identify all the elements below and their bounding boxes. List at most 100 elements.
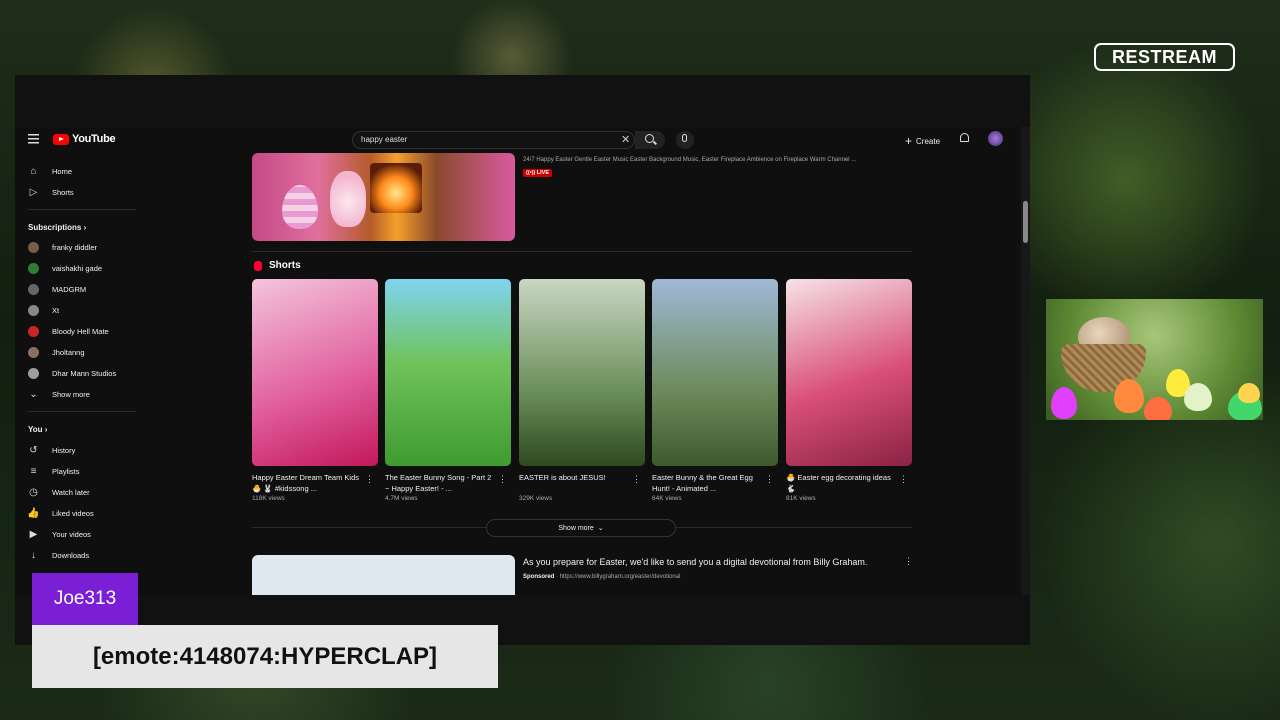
- chat-username-badge: Joe313: [32, 573, 138, 625]
- short-card[interactable]: EASTER is about JESUS! 329K views ⋮: [519, 279, 645, 502]
- plus-icon: +: [905, 134, 913, 148]
- divider: [28, 411, 136, 412]
- short-views: 64K views: [652, 495, 682, 502]
- short-thumbnail[interactable]: [786, 279, 912, 466]
- search-query: happy easter: [361, 135, 408, 144]
- sidebar-item-subscription[interactable]: MADGRM: [28, 281, 86, 297]
- scrollbar-thumb[interactable]: [1023, 201, 1028, 243]
- live-badge: ((•)) LIVE: [523, 169, 553, 177]
- chat-message: [emote:4148074:HYPERCLAP]: [32, 625, 498, 688]
- sidebar-item-watch-later[interactable]: ◷ Watch later: [28, 484, 90, 500]
- search-button[interactable]: [635, 131, 665, 149]
- menu-icon[interactable]: [28, 134, 39, 144]
- short-views: 118K views: [252, 495, 285, 502]
- you-heading[interactable]: You ›: [28, 425, 47, 434]
- more-options-icon[interactable]: ⋮: [899, 474, 908, 485]
- short-card[interactable]: Easter Bunny & the Great Egg Hunt! - Ani…: [652, 279, 778, 502]
- channel-avatar: [28, 367, 39, 379]
- channel-avatar: [28, 283, 39, 295]
- channel-avatar: [28, 304, 39, 316]
- sidebar-item-history[interactable]: ↺ History: [28, 442, 75, 458]
- search-input[interactable]: happy easter ✕: [352, 131, 635, 149]
- sidebar-item-liked-videos[interactable]: 👍 Liked videos: [27, 505, 93, 521]
- your-videos-icon: ▶: [29, 528, 38, 540]
- short-views: 81K views: [786, 495, 816, 502]
- short-thumbnail[interactable]: [652, 279, 778, 466]
- sidebar-item-subscription[interactable]: vaishakhi gade: [28, 260, 102, 276]
- more-options-icon[interactable]: ⋮: [365, 474, 374, 485]
- more-options-icon[interactable]: ⋮: [632, 474, 641, 485]
- screen-top-frame: [15, 75, 1030, 127]
- short-card[interactable]: Happy Easter Dream Team Kids 🐣 🐰 #kidsso…: [252, 279, 378, 502]
- more-options-icon[interactable]: ⋮: [904, 556, 913, 567]
- sidebar-item-subscription[interactable]: franky diddler: [28, 239, 97, 255]
- bell-icon[interactable]: [960, 133, 969, 142]
- restream-logo: RESTREAM: [1094, 43, 1235, 71]
- short-views: 4.7M views: [385, 495, 418, 502]
- short-thumbnail[interactable]: [385, 279, 511, 466]
- more-options-icon[interactable]: ⋮: [765, 474, 774, 485]
- short-title[interactable]: The Easter Bunny Song - Part 2 ~ Happy E…: [385, 472, 495, 494]
- fireplace-image: [370, 163, 422, 213]
- channel-avatar: [28, 346, 39, 358]
- search-results: 24/7 Happy Easter Gentle Easter Music Ea…: [252, 153, 913, 595]
- sidebar-item-downloads[interactable]: ↓ Downloads: [28, 547, 89, 563]
- more-options-icon[interactable]: ⋮: [498, 474, 507, 485]
- sidebar-item-subscription[interactable]: Bloody Hell Mate: [28, 323, 109, 339]
- easter-egg: [1114, 379, 1144, 413]
- short-thumbnail[interactable]: [252, 279, 378, 466]
- video-thumbnail[interactable]: [252, 153, 515, 241]
- short-title[interactable]: Easter Bunny & the Great Egg Hunt! - Ani…: [652, 472, 762, 494]
- easter-egg: [1238, 383, 1260, 403]
- easter-egg: [1051, 387, 1077, 419]
- divider: [252, 251, 912, 252]
- channel-avatar: [28, 262, 39, 274]
- youtube-window: YouTube happy easter ✕ + Create ⌂ Home ▷ …: [15, 127, 1030, 595]
- download-icon: ↓: [31, 549, 36, 561]
- chevron-down-icon: ⌄: [29, 388, 38, 400]
- ad-sponsored-line: Sponsored · https://www.billygraham.org/…: [523, 574, 681, 580]
- sidebar-show-more[interactable]: ⌄ Show more: [28, 386, 90, 402]
- youtube-logo[interactable]: YouTube: [53, 133, 116, 145]
- sidebar-item-shorts[interactable]: ▷ Shorts: [28, 184, 74, 200]
- chevron-down-icon: ⌄: [597, 525, 604, 532]
- home-icon: ⌂: [30, 165, 37, 177]
- channel-avatar: [28, 325, 39, 337]
- youtube-logo-text: YouTube: [72, 133, 116, 145]
- short-title[interactable]: EASTER is about JESUS!: [519, 472, 629, 494]
- sidebar: ⌂ Home ▷ Shorts Subscriptions › franky d…: [15, 153, 150, 595]
- short-thumbnail[interactable]: [519, 279, 645, 466]
- shorts-show-more-button[interactable]: Show more ⌄: [486, 519, 676, 537]
- ad-thumbnail[interactable]: [252, 555, 515, 595]
- avatar[interactable]: [988, 131, 1003, 146]
- ad-title[interactable]: As you prepare for Easter, we'd like to …: [523, 557, 867, 567]
- short-card[interactable]: 🐣 Easter egg decorating ideas 🐇 81K view…: [786, 279, 912, 502]
- close-icon[interactable]: ✕: [621, 133, 630, 146]
- youtube-play-icon: [53, 133, 69, 145]
- easter-egg: [1144, 397, 1172, 420]
- shorts-icon: [254, 260, 262, 271]
- sidebar-item-your-videos[interactable]: ▶ Your videos: [28, 526, 91, 542]
- short-views: 329K views: [519, 495, 553, 502]
- short-title[interactable]: Happy Easter Dream Team Kids 🐣 🐰 #kidsso…: [252, 472, 362, 494]
- sidebar-item-subscription[interactable]: Jholtanng: [28, 344, 85, 360]
- sidebar-item-subscription[interactable]: Dhar Mann Studios: [28, 365, 116, 381]
- like-icon: 👍: [27, 507, 40, 519]
- divider: [28, 209, 136, 210]
- short-title[interactable]: 🐣 Easter egg decorating ideas 🐇: [786, 472, 896, 494]
- easter-egg: [1184, 383, 1212, 411]
- mic-icon[interactable]: [676, 131, 694, 149]
- scrollbar[interactable]: [1021, 127, 1030, 595]
- shorts-heading: Shorts: [254, 260, 301, 271]
- sidebar-item-home[interactable]: ⌂ Home: [28, 163, 72, 179]
- divider: [676, 527, 912, 528]
- sidebar-item-playlists[interactable]: ≡ Playlists: [28, 463, 80, 479]
- search-icon: [645, 134, 654, 143]
- bunny-image: [330, 171, 366, 227]
- subscriptions-heading[interactable]: Subscriptions ›: [28, 223, 86, 232]
- sidebar-item-subscription[interactable]: Xt: [28, 302, 59, 318]
- create-button[interactable]: + Create: [905, 134, 940, 148]
- short-card[interactable]: The Easter Bunny Song - Part 2 ~ Happy E…: [385, 279, 511, 502]
- playlists-icon: ≡: [30, 465, 37, 477]
- easter-egg-image: [282, 185, 318, 229]
